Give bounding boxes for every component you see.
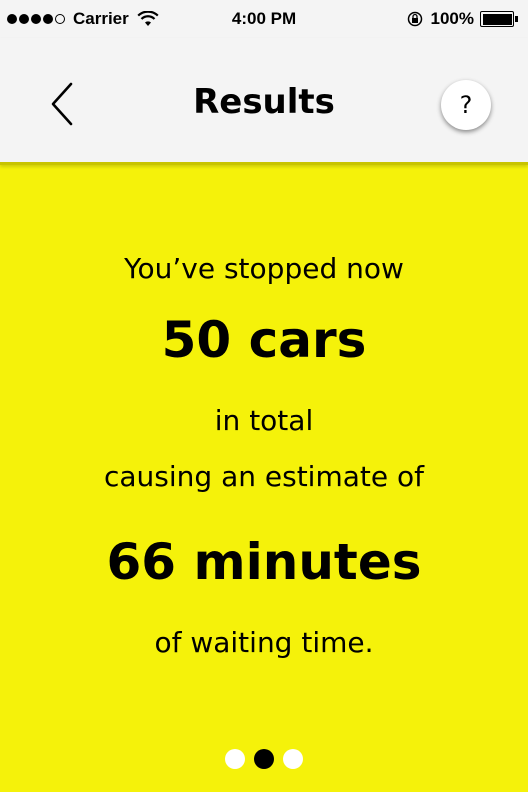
waiting-minutes: 66 minutes (106, 533, 422, 591)
page-dot[interactable] (283, 749, 303, 769)
waiting-time-text: of waiting time. (154, 626, 374, 659)
estimate-text: causing an estimate of (104, 460, 424, 493)
rotation-lock-icon (407, 11, 422, 27)
status-right: 100% (407, 9, 520, 29)
help-button[interactable]: ? (441, 80, 491, 130)
battery-percent: 100% (430, 9, 474, 28)
cars-count: 50 cars (161, 311, 367, 369)
nav-bar: Results ? (0, 38, 528, 165)
page-dot[interactable] (254, 749, 274, 769)
battery-icon (480, 11, 520, 27)
status-bar: Carrier 4:00 PM 100% (0, 0, 528, 38)
page-dot[interactable] (225, 749, 245, 769)
page-indicator[interactable] (0, 749, 528, 769)
results-intro-text: You’ve stopped now (124, 252, 404, 285)
in-total-text: in total (214, 404, 314, 437)
